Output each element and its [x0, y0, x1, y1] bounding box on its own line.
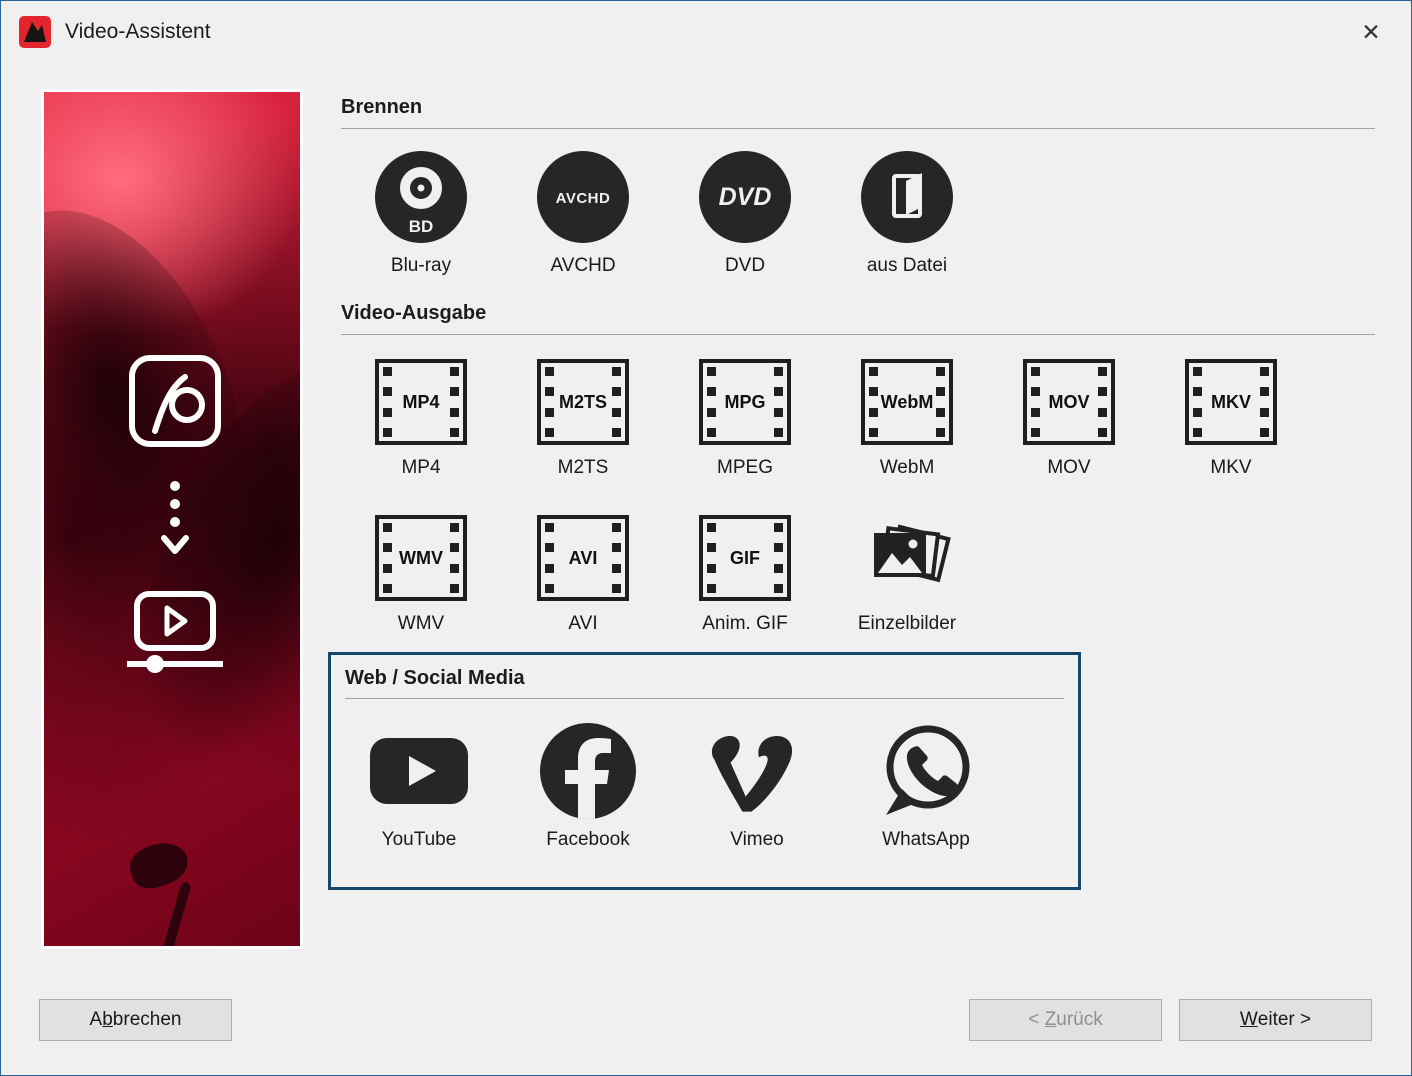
filmstrip-icon: AVI: [537, 515, 629, 601]
option-label: WhatsApp: [882, 829, 970, 851]
window-title: Video-Assistent: [65, 20, 211, 44]
app-logo-icon: [19, 16, 51, 48]
close-button[interactable]: ✕: [1353, 14, 1389, 50]
burn-option-from-file[interactable]: aus Datei: [841, 151, 973, 277]
option-label: WebM: [880, 457, 935, 479]
burn-option-bluray[interactable]: BD Blu-ray: [355, 151, 487, 277]
option-label: M2TS: [558, 457, 609, 479]
vimeo-icon: [705, 725, 809, 817]
web-social-media-box: Web / Social Media YouTube Facebook: [328, 652, 1081, 890]
filmstrip-icon: MOV: [1023, 359, 1115, 445]
format-tile-mp4[interactable]: MP4 MP4: [355, 359, 487, 479]
filmstrip-icon: WebM: [861, 359, 953, 445]
option-label: DVD: [725, 255, 765, 277]
format-tile-anim-gif[interactable]: GIF Anim. GIF: [679, 515, 811, 635]
youtube-icon: [369, 721, 469, 821]
option-label: MKV: [1210, 457, 1251, 479]
facebook-icon: [538, 721, 638, 821]
format-tile-avi[interactable]: AVI AVI: [517, 515, 649, 635]
option-label: MPEG: [717, 457, 773, 479]
option-label: Facebook: [546, 829, 629, 851]
section-header-brennen: Brennen: [341, 96, 1375, 129]
burn-option-avchd[interactable]: AVCHD AVCHD: [517, 151, 649, 277]
option-label: aus Datei: [867, 255, 947, 277]
flower-preview-image: [44, 92, 300, 946]
bluray-disc-icon: BD: [375, 151, 467, 243]
video-output-row-1: MP4 MP4 M2TS M2TS MPG MPEG WebM WebM MOV: [355, 359, 1297, 479]
option-label: YouTube: [382, 829, 457, 851]
video-output-row-2: WMV WMV AVI AVI GIF Anim. GIF Einzelbild…: [355, 515, 973, 635]
flower-stem-shape: [146, 881, 191, 946]
option-label: Anim. GIF: [702, 613, 788, 635]
section-header-web-social: Web / Social Media: [345, 667, 1064, 699]
format-tile-wmv[interactable]: WMV WMV: [355, 515, 487, 635]
option-label: Blu-ray: [391, 255, 451, 277]
filmstrip-icon: GIF: [699, 515, 791, 601]
svg-text:DVD: DVD: [719, 183, 772, 211]
option-label: WMV: [398, 613, 444, 635]
filmstrip-icon: MP4: [375, 359, 467, 445]
title-bar: Video-Assistent ✕: [1, 1, 1411, 63]
format-tile-webm[interactable]: WebM WebM: [841, 359, 973, 479]
social-tile-vimeo[interactable]: Vimeo: [687, 719, 827, 851]
format-tile-mkv[interactable]: MKV MKV: [1165, 359, 1297, 479]
social-row: YouTube Facebook Vimeo: [349, 719, 1064, 851]
burn-option-dvd[interactable]: DVD DVD: [679, 151, 811, 277]
cancel-button[interactable]: Abbrechen: [39, 999, 232, 1041]
format-tile-einzelbilder[interactable]: Einzelbilder: [841, 515, 973, 635]
filmstrip-icon: WMV: [375, 515, 467, 601]
format-tile-mov[interactable]: MOV MOV: [1003, 359, 1135, 479]
filmstrip-icon: MKV: [1185, 359, 1277, 445]
section-header-video-ausgabe: Video-Ausgabe: [341, 302, 1375, 335]
format-tile-mpeg[interactable]: MPG MPEG: [679, 359, 811, 479]
social-tile-facebook[interactable]: Facebook: [518, 719, 658, 851]
photo-stack-icon: [861, 515, 953, 601]
dotted-arrow-down-icon: [161, 480, 189, 566]
format-tile-m2ts[interactable]: M2TS M2TS: [517, 359, 649, 479]
option-label: MOV: [1047, 457, 1090, 479]
option-label: Einzelbilder: [858, 613, 956, 635]
next-button[interactable]: Weiter >: [1179, 999, 1372, 1041]
svg-text:AVCHD: AVCHD: [556, 190, 611, 207]
filmstrip-icon: M2TS: [537, 359, 629, 445]
social-tile-youtube[interactable]: YouTube: [349, 719, 489, 851]
brennen-row: BD Blu-ray AVCHD AVCHD DVD DVD aus Datei: [355, 151, 973, 277]
social-tile-whatsapp[interactable]: WhatsApp: [856, 719, 996, 851]
option-label: AVI: [568, 613, 597, 635]
video-player-icon: [125, 590, 225, 678]
avchd-icon: AVCHD: [537, 151, 629, 243]
whatsapp-icon: [874, 719, 978, 823]
preview-panel: [41, 89, 303, 949]
option-label: AVCHD: [550, 255, 615, 277]
filmstrip-icon: MPG: [699, 359, 791, 445]
from-file-icon: [861, 151, 953, 243]
back-button[interactable]: < Zurück: [969, 999, 1162, 1041]
option-label: Vimeo: [730, 829, 784, 851]
option-label: MP4: [401, 457, 440, 479]
photo-icon: [127, 353, 223, 449]
dvd-icon: DVD: [699, 151, 791, 243]
svg-text:BD: BD: [409, 217, 434, 236]
